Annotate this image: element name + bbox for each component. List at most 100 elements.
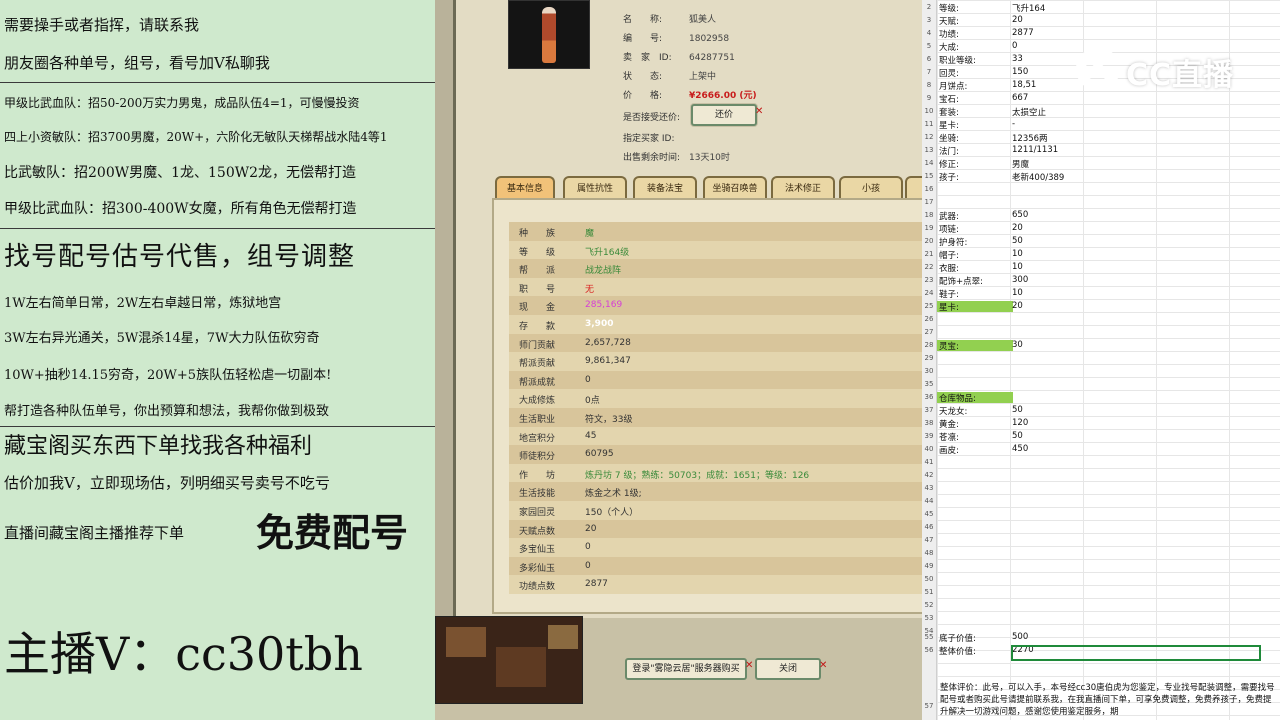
row-number: 29 [924,354,934,362]
cell-label[interactable]: 苍凛: [939,431,959,443]
close-icon[interactable]: ✕ [755,106,763,117]
cell-value[interactable]: 12356两 [1012,132,1048,144]
info-row: 作 坊 炼丹坊 7 级；熟练：50703；成就：1651；等级：126 [509,463,922,483]
info-row: 职 号无 [509,277,922,297]
cell-value[interactable]: 飞升164 [1012,2,1045,14]
info-id: 编 号: 1802958 [623,34,730,44]
sheet-row: 23 配饰+点翠: 300 [922,274,1280,287]
bargain-button[interactable]: 还价 [691,104,757,126]
tab-basic-info[interactable]: 基本信息 [495,176,555,200]
cell-label[interactable]: 天赋: [939,15,959,27]
cell-value[interactable]: 20 [1012,15,1023,25]
tab-child[interactable]: 小孩 [839,176,903,200]
cell-value[interactable]: 33 [1012,54,1023,64]
cell-value[interactable]: 150 [1012,67,1028,77]
cell-label[interactable]: 画皮: [939,444,959,456]
cell-label[interactable]: 武器: [939,210,959,222]
cell-value[interactable]: 20 [1012,223,1023,233]
cell-value[interactable]: 1211/1131 [1012,145,1058,155]
close-icon[interactable]: ✕ [745,660,753,671]
sheet-row: 40 画皮: 450 [922,443,1280,456]
cell-label[interactable]: 底子价值: [939,632,976,644]
tab-spell-fix[interactable]: 法术修正 [771,176,835,200]
cell-value[interactable]: 20 [1012,301,1023,311]
cell-value[interactable]: 太损空止 [1012,106,1046,118]
cell-label[interactable]: 职业等级: [939,54,976,66]
cell-label[interactable]: 灵宝: [937,340,1013,352]
sheet-row: 55 底子价值: 500 [922,631,1280,644]
sheet-row: 10 套装: 太损空止 [922,105,1280,118]
cell-label[interactable]: 功绩: [939,28,959,40]
cell-value[interactable]: 0 [1012,41,1017,51]
login-purchase-button[interactable]: 登录"雾隐云居"服务器购买 [625,658,747,680]
cell-value[interactable]: 650 [1012,210,1028,220]
cell-label[interactable]: 项链: [939,223,959,235]
cell-label[interactable]: 坐骑: [939,132,959,144]
cell-value[interactable]: 667 [1012,93,1028,103]
cell-value[interactable]: 老新400/389 [1012,171,1064,183]
cell-value[interactable]: 500 [1012,632,1028,642]
row-number: 43 [924,484,934,492]
cell-label[interactable]: 配饰+点翠: [939,275,983,287]
cell-label[interactable]: 护身符: [939,236,967,248]
cell-label[interactable]: 修正: [939,158,959,170]
cell-label[interactable]: 回灵: [939,67,959,79]
sheet-row: 21 帽子: 10 [922,248,1280,261]
cell-value[interactable]: 50 [1012,236,1023,246]
cell-value[interactable]: 2877 [1012,28,1034,38]
cell-value[interactable]: 10 [1012,262,1023,272]
cell-value[interactable]: 300 [1012,275,1028,285]
cell-label[interactable]: 套装: [939,106,959,118]
cell-value[interactable]: 男魔 [1012,158,1029,170]
ad-headline: 找号配号估号代售，组号调整 [4,242,356,272]
close-icon[interactable]: ✕ [819,660,827,671]
sheet-row: 35 [922,378,1280,391]
cell-label[interactable]: 鞋子: [939,288,959,300]
cell-value[interactable]: 30 [1012,340,1023,350]
sheet-row: 52 [922,599,1280,612]
cell-label[interactable]: 仓库物品: [937,392,1013,404]
cell-label[interactable]: 大成: [939,41,959,53]
info-row-value: 无 [585,284,595,295]
cell-value[interactable]: 50 [1012,431,1023,441]
cell-value[interactable]: - [1012,119,1015,129]
cell-label[interactable]: 星卡: [939,119,959,131]
cell-value[interactable]: 18,51 [1012,80,1036,90]
cell-label[interactable]: 星卡: [937,301,1013,313]
cell-label[interactable]: 衣服: [939,262,959,274]
tab-mounts-pets[interactable]: 坐骑召唤兽 [703,176,767,200]
selected-cell[interactable] [1011,645,1261,661]
sheet-row: 12 坐骑: 12356两 [922,131,1280,144]
cell-label[interactable]: 月饼点: [939,80,967,92]
cell-value[interactable]: 50 [1012,405,1023,415]
cell-label[interactable]: 孩子: [939,171,959,183]
cell-value[interactable]: 120 [1012,418,1028,428]
cell-label[interactable]: 等级: [939,2,959,14]
cell-label[interactable]: 法门: [939,145,959,157]
cell-label[interactable]: 整体价值: [939,645,976,657]
cell-value[interactable]: 450 [1012,444,1028,454]
tab-attributes[interactable]: 属性抗性 [563,176,627,200]
row-number: 40 [924,445,934,453]
row-number: 11 [924,120,934,128]
divider [0,82,435,83]
sheet-row: 26 [922,313,1280,326]
tab-equipment[interactable]: 装备法宝 [633,176,697,200]
cc-live-logo: CC直播 [1072,44,1242,94]
row-number: 16 [924,185,934,193]
video-scene [548,625,578,649]
row-number: 14 [924,159,934,167]
info-name: 名 称: 狐美人 [623,15,717,25]
cell-label[interactable]: 宝石: [939,93,959,105]
cell-label[interactable]: 帽子: [939,249,959,261]
cell-label[interactable]: 黄金: [939,418,959,430]
cell-value[interactable]: 10 [1012,249,1023,259]
ad-line: 10W+抽秒14.15穷奇，20W+5族队伍轻松虐一切副本! [4,368,332,383]
info-status: 状 态: 上架中 [623,72,717,82]
close-button[interactable]: 关闭 [755,658,821,680]
row-number: 27 [924,328,934,336]
tab-more[interactable] [905,176,922,200]
cell-label[interactable]: 天龙女: [939,405,967,417]
info-buyer-label: 指定买家 ID: [623,134,675,144]
cell-value[interactable]: 10 [1012,288,1023,298]
